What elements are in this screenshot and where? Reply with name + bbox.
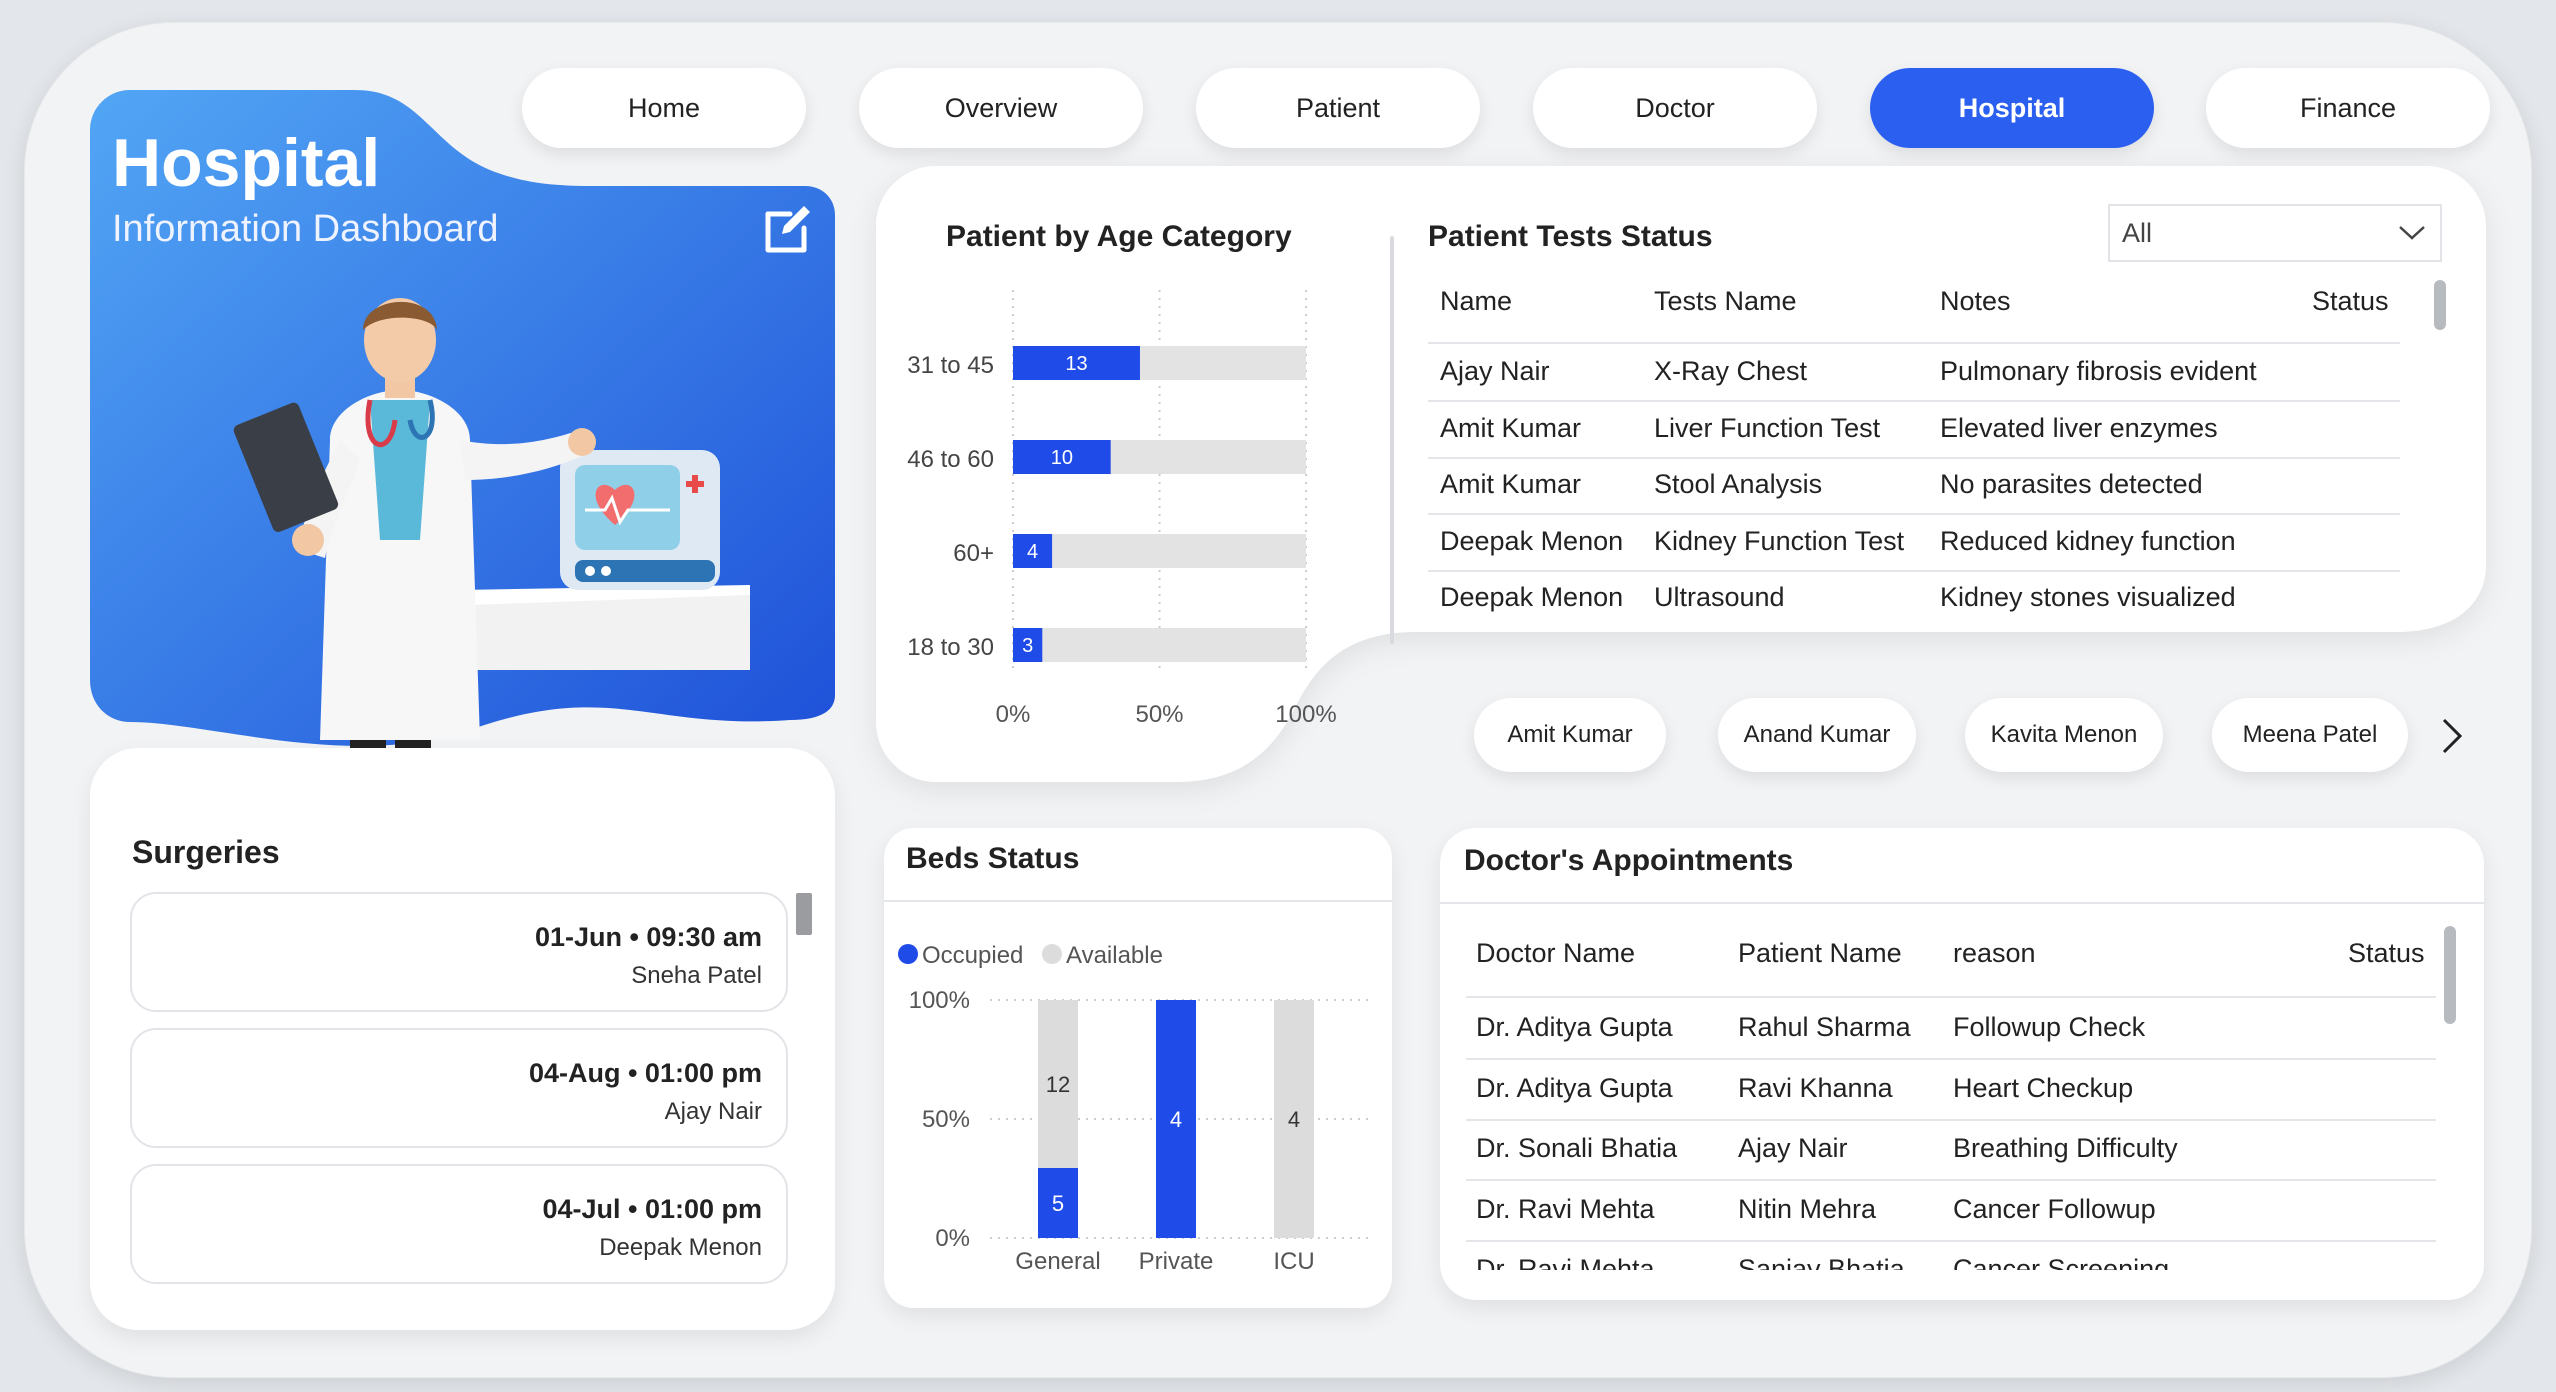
appointments-cell-doctor: Dr. Ravi Mehta: [1476, 1254, 1655, 1270]
appointments-cell-patient: Nitin Mehra: [1738, 1193, 1877, 1224]
appointments-cell-reason: Heart Checkup: [1953, 1072, 2134, 1103]
appointments-header-divider: [1466, 996, 2436, 998]
appointments-cell-reason: Cancer Followup: [1953, 1193, 2156, 1224]
row-divider: [1466, 1239, 2436, 1242]
appointments-cell-doctor: Dr. Aditya Gupta: [1476, 1072, 1673, 1103]
appointments-cell-reason: Cancer Screening: [1953, 1254, 2170, 1270]
appointments-cell-patient: Rahul Sharma: [1738, 1012, 1911, 1042]
row-divider: [1466, 1118, 2436, 1121]
appointments-column-header[interactable]: Patient Name: [1738, 938, 1902, 969]
appointments-column-header[interactable]: Status: [2348, 938, 2425, 969]
appointments-column-header[interactable]: Doctor Name: [1476, 938, 1635, 969]
appointments-cell-doctor: Dr. Aditya Gupta: [1476, 1012, 1673, 1042]
appointments-cell-reason: Breathing Difficulty: [1953, 1133, 2178, 1163]
appointments-table: Doctor Name Patient Name reason Status Dr. A…: [0, 0, 2556, 1270]
row-divider: [1466, 1179, 2436, 1181]
appointments-column-header[interactable]: reason: [1953, 938, 2036, 969]
appointments-cell-patient: Ravi Khanna: [1738, 1072, 1893, 1103]
appointments-scrollbar[interactable]: [2444, 926, 2456, 1024]
appointments-cell-reason: Followup Check: [1953, 1012, 2146, 1042]
row-divider: [1466, 1058, 2436, 1060]
appointments-cell-patient: Ajay Nair: [1738, 1133, 1848, 1163]
appointments-cell-doctor: Dr. Sonali Bhatia: [1476, 1133, 1678, 1163]
appointments-cell-patient: Sanjay Bhatia: [1738, 1254, 1905, 1270]
appointments-cell-doctor: Dr. Ravi Mehta: [1476, 1193, 1655, 1224]
